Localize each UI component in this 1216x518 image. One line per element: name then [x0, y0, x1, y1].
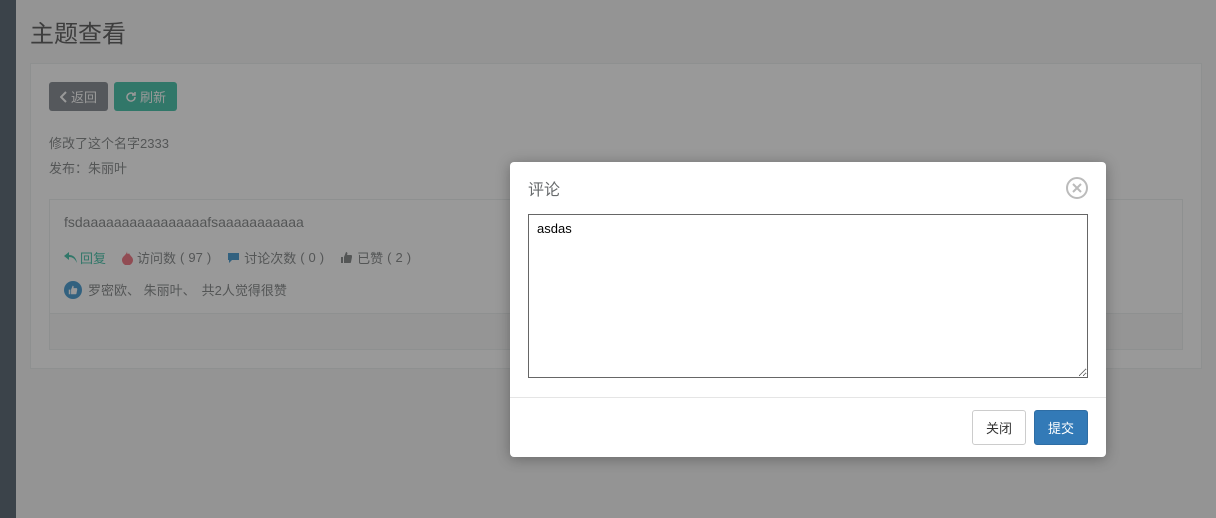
submit-button[interactable]: 提交: [1034, 410, 1088, 445]
cancel-button[interactable]: 关闭: [972, 410, 1026, 445]
modal-title: 评论: [528, 176, 560, 200]
close-icon[interactable]: [1066, 177, 1088, 199]
comment-modal: 评论 关闭 提交: [510, 162, 1106, 457]
modal-body: [510, 214, 1106, 397]
modal-footer: 关闭 提交: [510, 397, 1106, 457]
comment-textarea[interactable]: [528, 214, 1088, 378]
modal-header: 评论: [510, 162, 1106, 214]
